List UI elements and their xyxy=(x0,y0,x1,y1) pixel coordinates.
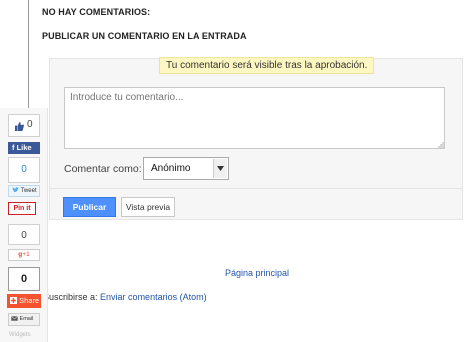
facebook-like-label: Like xyxy=(16,143,32,152)
home-page-link[interactable]: Página principal xyxy=(225,268,289,278)
subscribe-line: Suscribirse a: Enviar comentarios (Atom) xyxy=(43,292,207,302)
tweet-count: 0 xyxy=(21,164,27,175)
timeline-line xyxy=(28,0,29,110)
google-plus-button[interactable]: g+1 xyxy=(8,249,40,261)
tweet-button[interactable]: Tweet xyxy=(8,185,40,197)
pinterest-button[interactable]: Pin it xyxy=(8,202,36,215)
comment-textarea[interactable] xyxy=(64,87,445,149)
widgets-label: Widgets xyxy=(9,332,31,338)
facebook-icon: f xyxy=(12,143,15,152)
email-button[interactable]: Email xyxy=(8,313,40,326)
identity-select[interactable]: Anónimo xyxy=(143,157,229,180)
email-label: Email xyxy=(19,316,34,322)
google-plus-label: +1 xyxy=(22,251,30,258)
resize-grip-icon[interactable] xyxy=(437,141,444,148)
preview-button[interactable]: Vista previa xyxy=(121,197,175,217)
moderation-notice: Tu comentario será visible tras la aprob… xyxy=(159,57,375,74)
tweet-label: Tweet xyxy=(20,188,37,194)
total-share-count: 0 xyxy=(20,273,28,285)
facebook-like-button[interactable]: f Like xyxy=(8,142,40,154)
tweet-counter-box: 0 xyxy=(8,157,40,183)
subscribe-atom-link[interactable]: Enviar comentarios (Atom) xyxy=(100,292,207,302)
subscribe-prefix: Suscribirse a: xyxy=(43,292,98,302)
google-counter-box: 0 xyxy=(8,224,40,245)
identity-selected-value: Anónimo xyxy=(151,163,191,174)
dropdown-arrow-icon xyxy=(213,159,227,178)
comment-as-label: Comentar como: xyxy=(64,163,142,175)
divider xyxy=(49,188,463,189)
thumbs-up-icon xyxy=(15,122,24,131)
share-button[interactable]: Share xyxy=(7,294,41,308)
like-count: 0 xyxy=(27,119,33,130)
share-label: Share xyxy=(19,296,40,305)
no-comments-heading: NO HAY COMENTARIOS: xyxy=(42,7,151,17)
google-plus-count: 0 xyxy=(21,230,27,241)
total-share-counter-box: 0 xyxy=(8,267,40,291)
publish-button[interactable]: Publicar xyxy=(63,197,116,217)
twitter-bird-icon xyxy=(12,187,19,193)
like-counter-box[interactable]: 0 xyxy=(8,114,40,137)
publish-comment-heading: PUBLICAR UN COMENTARIO EN LA ENTRADA xyxy=(42,31,247,41)
plus-box-icon xyxy=(10,297,17,304)
envelope-icon xyxy=(11,316,18,321)
